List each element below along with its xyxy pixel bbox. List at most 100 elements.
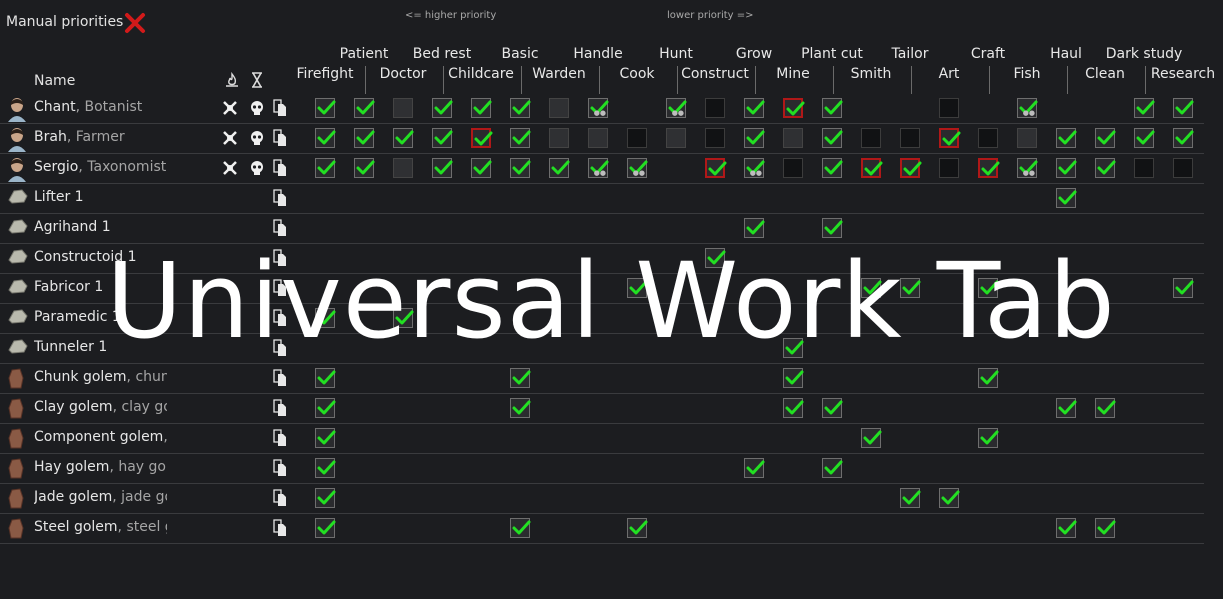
work-checkbox-cook[interactable]: ●● bbox=[627, 158, 648, 178]
work-checkbox-firefight[interactable] bbox=[315, 368, 336, 388]
work-checkbox-firefight[interactable] bbox=[315, 308, 336, 328]
work-checkbox-plant-cut[interactable] bbox=[822, 218, 843, 238]
column-header-clean[interactable]: Clean bbox=[1085, 66, 1125, 82]
work-checkbox-fish[interactable]: ●● bbox=[1017, 98, 1038, 118]
column-header-cook[interactable]: Cook bbox=[619, 66, 654, 82]
row-name[interactable]: Constructoid 1 bbox=[34, 249, 167, 265]
golem-portrait-icon[interactable] bbox=[6, 426, 26, 454]
copy-paste-icon[interactable] bbox=[273, 369, 287, 391]
work-checkbox-childcare[interactable] bbox=[471, 158, 492, 178]
work-checkbox-smith[interactable] bbox=[861, 128, 881, 148]
row-name[interactable]: Agrihand 1 bbox=[34, 219, 167, 235]
work-checkbox-warden[interactable] bbox=[549, 98, 569, 118]
copy-paste-icon[interactable] bbox=[273, 309, 287, 331]
column-header-firefight[interactable]: Firefight bbox=[296, 66, 353, 82]
work-checkbox-research[interactable] bbox=[1173, 158, 1193, 178]
work-checkbox-craft[interactable] bbox=[978, 158, 1000, 178]
work-checkbox-firefight[interactable] bbox=[315, 488, 336, 508]
colonist-portrait-icon[interactable] bbox=[6, 96, 28, 126]
work-checkbox-firefight[interactable] bbox=[315, 398, 336, 418]
golem-portrait-icon[interactable] bbox=[6, 456, 26, 484]
row-name[interactable]: Chant, Botanist bbox=[34, 99, 167, 115]
column-header-art[interactable]: Art bbox=[939, 66, 960, 82]
work-checkbox-cook[interactable] bbox=[627, 128, 647, 148]
work-checkbox-plant-cut[interactable] bbox=[822, 158, 843, 178]
work-checkbox-research[interactable] bbox=[1173, 278, 1194, 298]
work-checkbox-smith[interactable] bbox=[861, 428, 882, 448]
column-header-childcare[interactable]: Childcare bbox=[448, 66, 514, 82]
row-name[interactable]: Tunneler 1 bbox=[34, 339, 167, 355]
golem-portrait-icon[interactable] bbox=[6, 486, 26, 514]
work-checkbox-basic[interactable] bbox=[510, 158, 531, 178]
row-name[interactable]: Steel golem, steel go bbox=[34, 519, 167, 535]
work-checkbox-haul[interactable] bbox=[1056, 398, 1077, 418]
row-name[interactable]: Chunk golem, chunk bbox=[34, 369, 167, 385]
work-checkbox-mine[interactable] bbox=[783, 368, 804, 388]
work-checkbox-doctor[interactable] bbox=[393, 308, 414, 328]
work-checkbox-plant-cut[interactable] bbox=[822, 458, 843, 478]
work-checkbox-art[interactable] bbox=[939, 158, 959, 178]
row-name[interactable]: Clay golem, clay gole bbox=[34, 399, 167, 415]
column-header-mine[interactable]: Mine bbox=[776, 66, 809, 82]
column-header-tailor[interactable]: Tailor bbox=[892, 46, 929, 62]
copy-paste-icon[interactable] bbox=[273, 429, 287, 451]
work-checkbox-hunt[interactable]: ●● bbox=[666, 98, 687, 118]
mech-portrait-icon[interactable] bbox=[6, 186, 30, 210]
work-checkbox-handle[interactable]: ●● bbox=[588, 98, 609, 118]
work-checkbox-grow[interactable] bbox=[744, 128, 765, 148]
work-checkbox-firefight[interactable] bbox=[315, 98, 336, 118]
red-x-icon[interactable] bbox=[124, 12, 146, 38]
work-checkbox-bed-rest[interactable] bbox=[432, 98, 453, 118]
work-checkbox-firefight[interactable] bbox=[315, 518, 336, 538]
column-header-grow[interactable]: Grow bbox=[736, 46, 772, 62]
column-header-handle[interactable]: Handle bbox=[573, 46, 622, 62]
work-checkbox-smith[interactable] bbox=[861, 158, 883, 178]
work-checkbox-haul[interactable] bbox=[1056, 128, 1077, 148]
work-checkbox-plant-cut[interactable] bbox=[822, 398, 843, 418]
work-checkbox-bed-rest[interactable] bbox=[432, 158, 453, 178]
column-header-bed-rest[interactable]: Bed rest bbox=[413, 46, 471, 62]
work-checkbox-research[interactable] bbox=[1173, 98, 1194, 118]
work-checkbox-basic[interactable] bbox=[510, 518, 531, 538]
work-checkbox-tailor[interactable] bbox=[900, 158, 922, 178]
copy-paste-icon[interactable] bbox=[273, 129, 287, 151]
work-checkbox-haul[interactable] bbox=[1056, 518, 1077, 538]
work-checkbox-basic[interactable] bbox=[510, 368, 531, 388]
column-header-hunt[interactable]: Hunt bbox=[659, 46, 693, 62]
column-header-craft[interactable]: Craft bbox=[971, 46, 1005, 62]
skull-mask-icon[interactable] bbox=[249, 130, 265, 150]
work-checkbox-basic[interactable] bbox=[510, 98, 531, 118]
column-header-fish[interactable]: Fish bbox=[1013, 66, 1040, 82]
copy-paste-icon[interactable] bbox=[273, 279, 287, 301]
work-checkbox-childcare[interactable] bbox=[471, 128, 493, 148]
row-name[interactable]: Hay golem, hay golei bbox=[34, 459, 167, 475]
crossed-swords-icon[interactable] bbox=[222, 130, 238, 150]
work-checkbox-firefight[interactable] bbox=[315, 458, 336, 478]
work-checkbox-art[interactable] bbox=[939, 98, 959, 118]
skull-mask-icon[interactable] bbox=[249, 160, 265, 180]
work-checkbox-cook[interactable] bbox=[627, 278, 648, 298]
row-name[interactable]: Lifter 1 bbox=[34, 189, 167, 205]
work-checkbox-firefight[interactable] bbox=[315, 128, 336, 148]
work-checkbox-patient[interactable] bbox=[354, 98, 375, 118]
work-checkbox-warden[interactable] bbox=[549, 158, 570, 178]
work-checkbox-childcare[interactable] bbox=[471, 98, 492, 118]
row-name[interactable]: Sergio, Taxonomist bbox=[34, 159, 167, 175]
hourglass-icon[interactable] bbox=[250, 72, 264, 92]
colonist-portrait-icon[interactable] bbox=[6, 156, 28, 186]
column-header-plant-cut[interactable]: Plant cut bbox=[801, 46, 863, 62]
column-header-haul[interactable]: Haul bbox=[1050, 46, 1082, 62]
work-checkbox-mine[interactable] bbox=[783, 398, 804, 418]
colonist-portrait-icon[interactable] bbox=[6, 126, 28, 156]
work-checkbox-tailor[interactable] bbox=[900, 278, 921, 298]
work-checkbox-plant-cut[interactable] bbox=[822, 98, 843, 118]
work-checkbox-craft[interactable] bbox=[978, 368, 999, 388]
work-checkbox-fish[interactable] bbox=[1017, 128, 1037, 148]
work-checkbox-mine[interactable] bbox=[783, 98, 805, 118]
work-checkbox-dark-study[interactable] bbox=[1134, 128, 1155, 148]
work-checkbox-patient[interactable] bbox=[354, 128, 375, 148]
work-checkbox-mine[interactable] bbox=[783, 158, 803, 178]
work-checkbox-basic[interactable] bbox=[510, 128, 531, 148]
work-checkbox-art[interactable] bbox=[939, 128, 961, 148]
mech-portrait-icon[interactable] bbox=[6, 216, 30, 240]
